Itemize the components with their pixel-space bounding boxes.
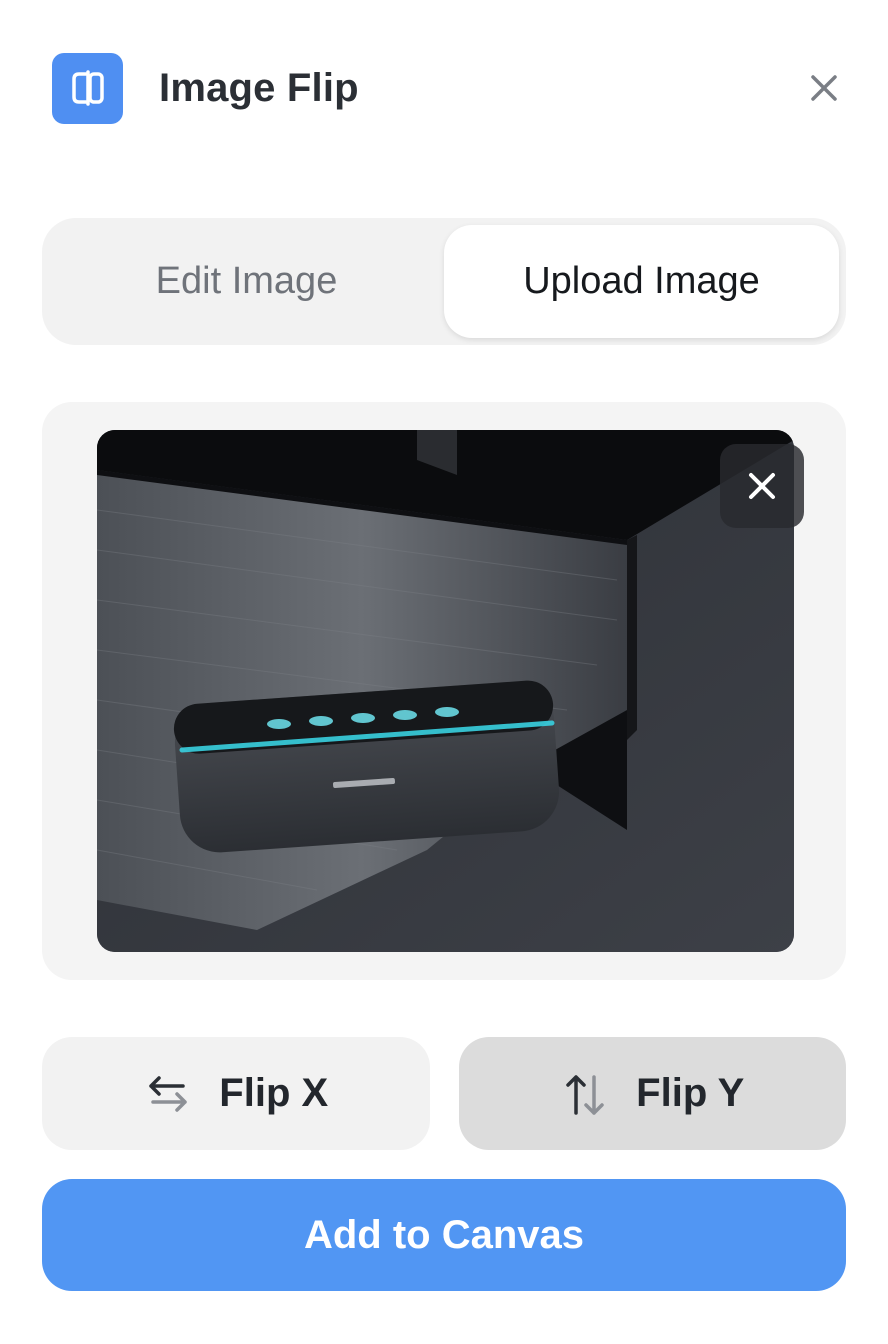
swap-vertical-icon — [560, 1069, 610, 1119]
close-icon — [811, 75, 837, 101]
flip-y-label: Flip Y — [636, 1071, 745, 1115]
dialog-header: Image Flip — [52, 52, 846, 124]
flip-x-label: Flip X — [219, 1071, 329, 1115]
tab-edit-image[interactable]: Edit Image — [49, 225, 444, 338]
flip-x-button[interactable]: Flip X — [42, 1037, 430, 1150]
swap-horizontal-icon — [143, 1069, 193, 1119]
add-to-canvas-button[interactable]: Add to Canvas — [42, 1179, 846, 1291]
remove-image-button[interactable] — [720, 444, 804, 528]
flip-controls: Flip X Flip Y — [42, 1037, 846, 1150]
mode-tabs: Edit Image Upload Image — [42, 218, 846, 345]
uploaded-image: ​ — [97, 430, 794, 952]
tab-upload-image[interactable]: Upload Image — [444, 225, 839, 338]
close-icon — [749, 473, 775, 499]
flip-y-button[interactable]: Flip Y — [458, 1037, 846, 1150]
image-flip-dialog: Image Flip Edit Image Upload Image Flip … — [0, 0, 888, 1344]
dialog-title: Image Flip — [159, 65, 359, 110]
image-preview-area: ​ — [42, 402, 846, 980]
flip-app-icon — [52, 52, 123, 124]
close-button[interactable] — [802, 66, 846, 110]
